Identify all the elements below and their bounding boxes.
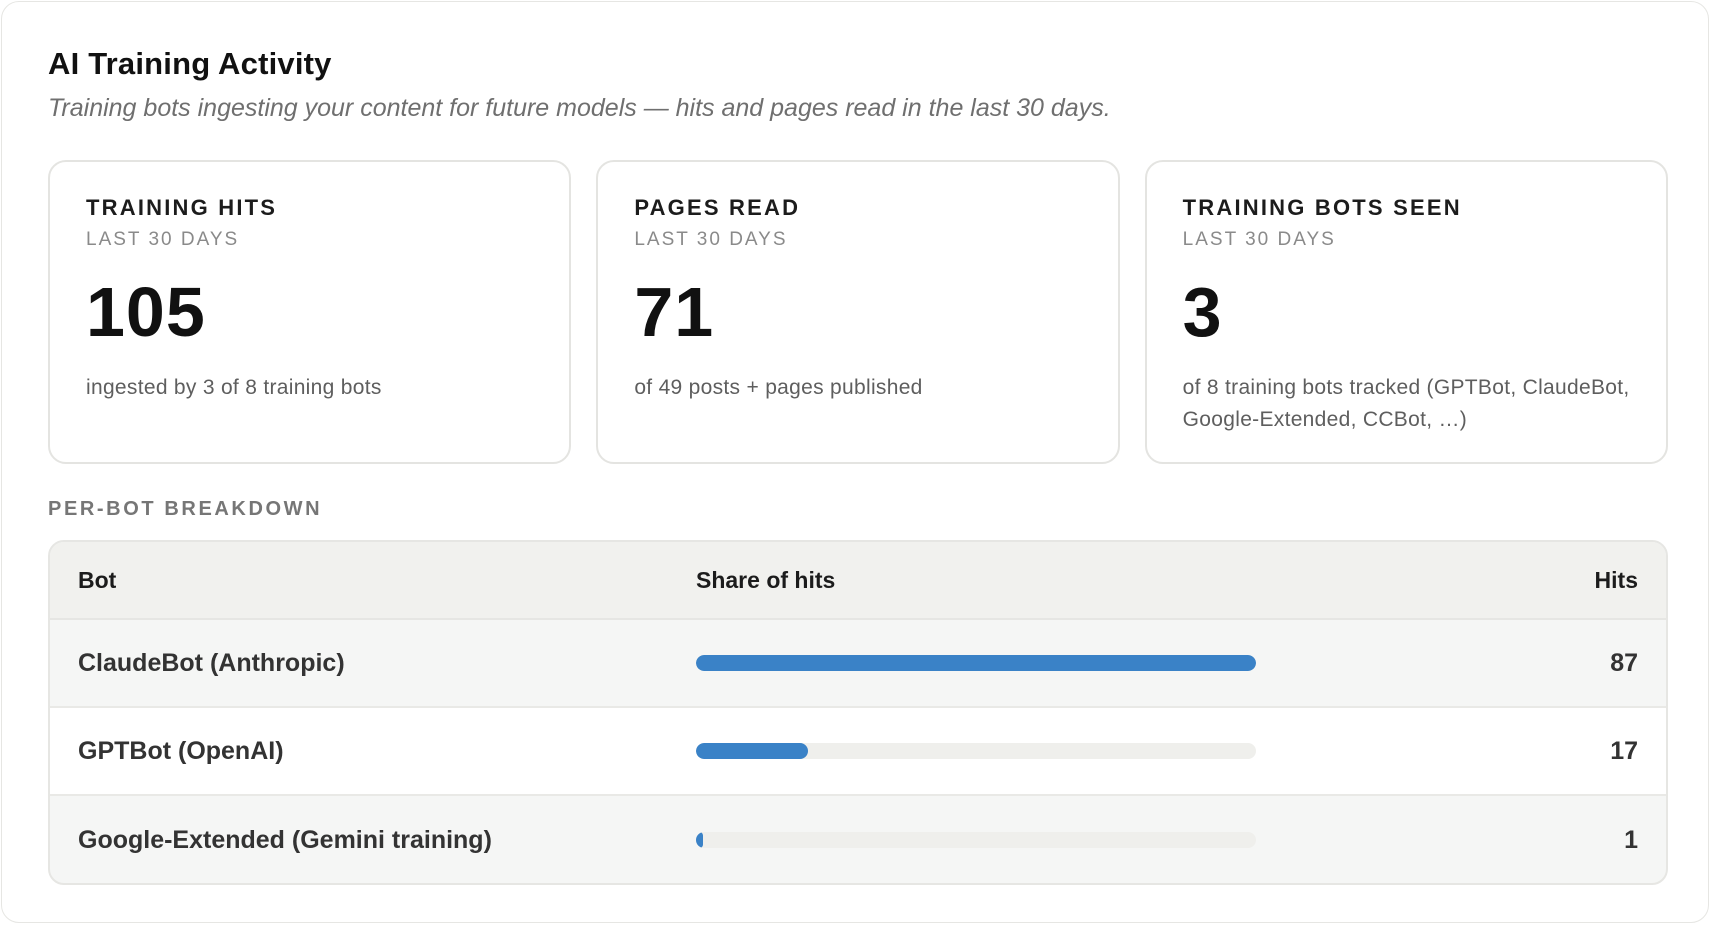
stat-card-period: LAST 30 DAYS [1182, 229, 1336, 250]
share-bar-fill [696, 832, 703, 848]
stat-card-period: LAST 30 DAYS [86, 229, 240, 250]
stat-card-label: PAGES READ [634, 195, 801, 220]
stat-card-description: ingested by 3 of 8 training bots [86, 376, 382, 399]
table-row: ClaudeBot (Anthropic) 87 [50, 620, 1666, 708]
per-bot-breakdown-table: Bot Share of hits Hits ClaudeBot (Anthro… [48, 540, 1668, 885]
stat-card-value: 71 [634, 273, 715, 351]
stat-card-value: 3 [1182, 273, 1223, 351]
share-cell [696, 743, 1256, 759]
stat-card-description: of 49 posts + pages published [634, 376, 923, 399]
hits-count: 17 [1610, 736, 1638, 765]
column-header-bot: Bot [78, 566, 117, 593]
table-header-row: Bot Share of hits Hits [50, 542, 1666, 620]
hits-count: 87 [1610, 648, 1638, 677]
stat-card-training-bots-seen: TRAINING BOTS SEEN LAST 30 DAYS 3 of 8 t… [1144, 160, 1668, 464]
panel-title: AI Training Activity [48, 46, 332, 81]
stat-card-description: of 8 training bots tracked (GPTBot, Clau… [1182, 376, 1630, 431]
share-bar-track [696, 832, 1256, 848]
bot-name: GPTBot (OpenAI) [78, 736, 284, 765]
stat-card-training-hits: TRAINING HITS LAST 30 DAYS 105 ingested … [48, 160, 572, 464]
bot-name: Google-Extended (Gemini training) [78, 825, 492, 854]
share-bar-track [696, 743, 1256, 759]
table-row: Google-Extended (Gemini training) 1 [50, 796, 1666, 883]
ai-training-activity-panel: AI Training Activity Training bots inges… [1, 1, 1709, 923]
stat-cards: TRAINING HITS LAST 30 DAYS 105 ingested … [48, 160, 1668, 464]
stat-card-value: 105 [86, 273, 206, 351]
share-cell [696, 655, 1256, 671]
column-header-share: Share of hits [696, 566, 836, 593]
stat-card-label: TRAINING BOTS SEEN [1182, 195, 1462, 220]
column-header-hits: Hits [1594, 566, 1638, 593]
stat-card-pages-read: PAGES READ LAST 30 DAYS 71 of 49 posts +… [596, 160, 1120, 464]
hits-count: 1 [1624, 825, 1638, 854]
stat-card-period: LAST 30 DAYS [634, 229, 788, 250]
share-cell [696, 832, 1256, 848]
bot-name: ClaudeBot (Anthropic) [78, 648, 345, 677]
stat-card-label: TRAINING HITS [86, 195, 278, 220]
table-row: GPTBot (OpenAI) 17 [50, 708, 1666, 796]
per-bot-breakdown-heading: PER-BOT BREAKDOWN [48, 498, 323, 520]
share-bar-fill [696, 655, 1256, 671]
share-bar-track [696, 655, 1256, 671]
share-bar-fill [696, 743, 808, 759]
panel-subtitle: Training bots ingesting your content for… [48, 94, 1111, 122]
